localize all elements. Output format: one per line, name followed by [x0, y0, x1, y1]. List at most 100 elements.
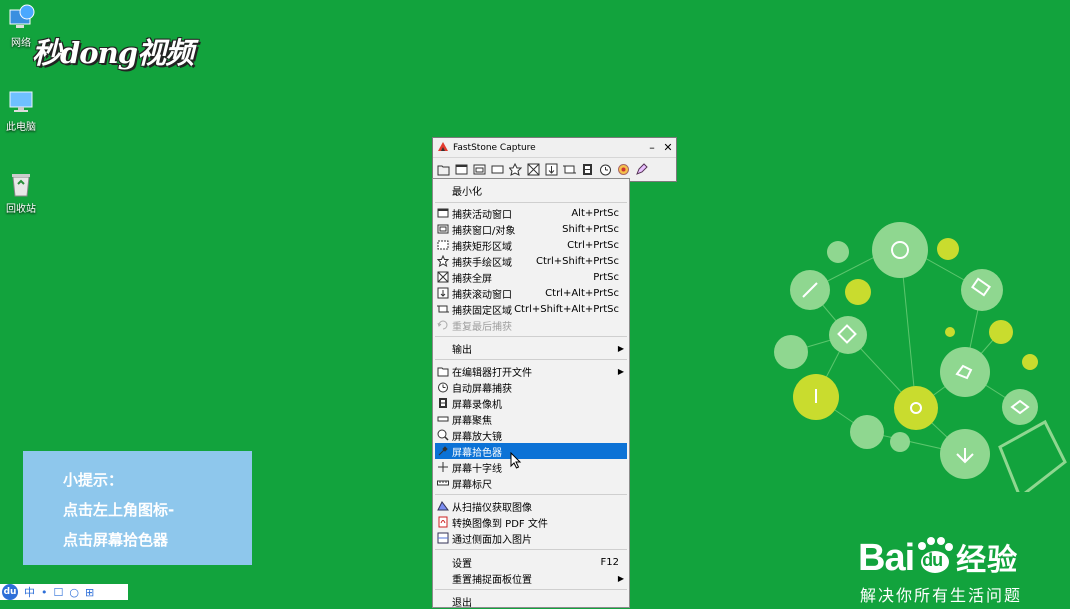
menu-item-repeat-last[interactable]: 重复最后捕获	[433, 317, 629, 333]
recorder-icon[interactable]	[580, 162, 595, 177]
baidu-slogan: 解决你所有生活问题	[860, 586, 1023, 605]
capture-menu: 最小化 捕获活动窗口 Alt+PrtSc 捕获窗口/对象 Shift+PrtSc…	[432, 178, 630, 609]
menu-item-auto-capture[interactable]: 自动屏幕捕获	[433, 379, 629, 395]
baidu-ime-icon[interactable]: du	[2, 584, 18, 600]
network-icon	[7, 4, 35, 32]
minimize-button[interactable]: –	[644, 141, 660, 154]
menu-item-label: 自动屏幕捕获	[452, 383, 512, 395]
menu-separator	[435, 589, 627, 590]
focus-icon	[437, 413, 449, 425]
menu-item-capture-fullscreen[interactable]: 捕获全屏 PrtSc	[433, 269, 629, 285]
ime-skin-icon[interactable]: ○	[69, 586, 79, 599]
menu-item-label: 转换图像到 PDF 文件	[452, 518, 548, 530]
menu-item-capture-window-object[interactable]: 捕获窗口/对象 Shift+PrtSc	[433, 221, 629, 237]
timer-icon[interactable]	[598, 162, 613, 177]
ime-keyboard-icon[interactable]: ☐	[54, 586, 64, 599]
scanner-icon	[437, 500, 449, 512]
baidu-jingyan-logo: Bai du 经验	[858, 535, 1018, 580]
taskbar-tray: du 中 • ☐ ○ ⊞	[0, 584, 128, 600]
tip-step-2: 点击屏幕拾色器	[63, 531, 169, 549]
capture-object-icon	[437, 223, 449, 235]
pdf-icon	[437, 516, 449, 528]
menu-item-capture-freehand[interactable]: 捕获手绘区域 Ctrl+Shift+PrtSc	[433, 253, 629, 269]
menu-item-label: 输出	[452, 344, 472, 356]
baidu-logo-jingyan: 经验	[956, 544, 1019, 577]
ime-chinese-icon[interactable]: 中	[24, 584, 35, 600]
menu-item-label: 捕获全屏	[452, 273, 492, 285]
baidu-bulb-decoration	[774, 222, 1067, 492]
menu-item-shortcut: Shift+PrtSc	[562, 223, 619, 235]
menu-item-reset-panel[interactable]: 重置捕捉面板位置 ▶	[433, 570, 629, 586]
settings-icon[interactable]	[616, 162, 631, 177]
menu-item-capture-fixed[interactable]: 捕获固定区域 Ctrl+Shift+Alt+PrtSc	[433, 301, 629, 317]
menu-item-settings[interactable]: 设置 F12	[433, 554, 629, 570]
menu-item-shortcut: Ctrl+Shift+PrtSc	[535, 255, 619, 267]
menu-item-minimize[interactable]: 最小化	[433, 182, 629, 198]
menu-item-capture-active-window[interactable]: 捕获活动窗口 Alt+PrtSc	[433, 205, 629, 221]
menu-item-screen-focus[interactable]: 屏幕聚焦	[433, 411, 629, 427]
computer-icon	[7, 88, 35, 116]
menu-item-scanner[interactable]: 从扫描仪获取图像	[433, 498, 629, 514]
recycle-bin-icon	[7, 170, 35, 198]
eyedropper-icon	[437, 445, 449, 457]
submenu-arrow-icon: ▶	[617, 366, 624, 376]
menu-item-screen-magnifier[interactable]: 屏幕放大镜	[433, 427, 629, 443]
close-button[interactable]: ✕	[660, 141, 676, 154]
menu-separator	[435, 494, 627, 495]
capture-window-icon[interactable]	[454, 162, 469, 177]
desktop-icon-computer[interactable]: 此电脑	[0, 88, 42, 133]
menu-item-label: 屏幕拾色器	[452, 447, 502, 459]
window-titlebar: FastStone Capture – ✕	[433, 138, 676, 157]
menu-item-exit[interactable]: 退出	[433, 593, 629, 609]
mouse-cursor-icon	[510, 451, 522, 473]
menu-item-label: 捕获活动窗口	[452, 209, 512, 221]
menu-item-shortcut: Ctrl+PrtSc	[567, 239, 619, 251]
submenu-arrow-icon: ▶	[617, 573, 624, 583]
open-icon[interactable]	[436, 162, 451, 177]
ime-tools-icon[interactable]: ⊞	[85, 586, 94, 599]
menu-item-screen-ruler[interactable]: 屏幕标尺	[433, 475, 629, 491]
capture-window-icon	[437, 207, 449, 219]
repeat-icon	[437, 319, 449, 331]
magnifier-icon	[437, 429, 449, 441]
edit-icon[interactable]	[634, 162, 649, 177]
menu-item-screen-crosshair[interactable]: 屏幕十字线	[433, 459, 629, 475]
capture-freehand-icon	[436, 254, 450, 268]
capture-scroll-icon[interactable]	[544, 162, 559, 177]
desktop-icon-recycle-bin[interactable]: 回收站	[0, 170, 42, 215]
recorder-icon	[437, 397, 449, 409]
menu-item-label: 屏幕录像机	[452, 399, 502, 411]
capture-fixed-icon[interactable]	[562, 162, 577, 177]
desktop-icon-label: 回收站	[6, 204, 36, 215]
menu-item-label: 退出	[452, 597, 472, 609]
capture-object-icon[interactable]	[472, 162, 487, 177]
menu-item-output[interactable]: 输出 ▶	[433, 340, 629, 356]
capture-scroll-icon	[437, 287, 449, 299]
menu-item-open-in-editor[interactable]: 在编辑器打开文件 ▶	[433, 363, 629, 379]
capture-rect-icon[interactable]	[490, 162, 505, 177]
menu-item-label: 捕获矩形区域	[452, 241, 512, 253]
watermark-logo: 秒dong视频	[32, 36, 194, 70]
window-title: FastStone Capture	[453, 142, 536, 153]
menu-item-convert-pdf[interactable]: 转换图像到 PDF 文件	[433, 514, 629, 530]
menu-item-join-images[interactable]: 通过侧面加入图片	[433, 530, 629, 546]
capture-freehand-icon[interactable]	[508, 162, 523, 177]
capture-toolbar	[433, 157, 676, 180]
menu-item-label: 重复最后捕获	[452, 321, 512, 333]
menu-item-capture-scrolling[interactable]: 捕获滚动窗口 Ctrl+Alt+PrtSc	[433, 285, 629, 301]
menu-item-capture-rect[interactable]: 捕获矩形区域 Ctrl+PrtSc	[433, 237, 629, 253]
tip-title: 小提示：	[63, 471, 124, 489]
ime-punct-icon[interactable]: •	[41, 586, 48, 599]
capture-fullscreen-icon[interactable]	[526, 162, 541, 177]
app-logo-icon[interactable]	[437, 141, 449, 155]
menu-item-screen-recorder[interactable]: 屏幕录像机	[433, 395, 629, 411]
menu-item-shortcut: F12	[600, 556, 619, 568]
tip-box: 小提示： 点击左上角图标- 点击屏幕拾色器	[23, 451, 252, 565]
timer-icon	[437, 381, 449, 393]
menu-item-color-picker[interactable]: 屏幕拾色器	[435, 443, 627, 459]
menu-item-shortcut: Ctrl+Alt+PrtSc	[545, 287, 619, 299]
submenu-arrow-icon: ▶	[617, 343, 624, 353]
ruler-icon	[437, 477, 449, 489]
menu-item-label: 捕获窗口/对象	[452, 225, 516, 237]
menu-item-label: 最小化	[452, 186, 482, 198]
